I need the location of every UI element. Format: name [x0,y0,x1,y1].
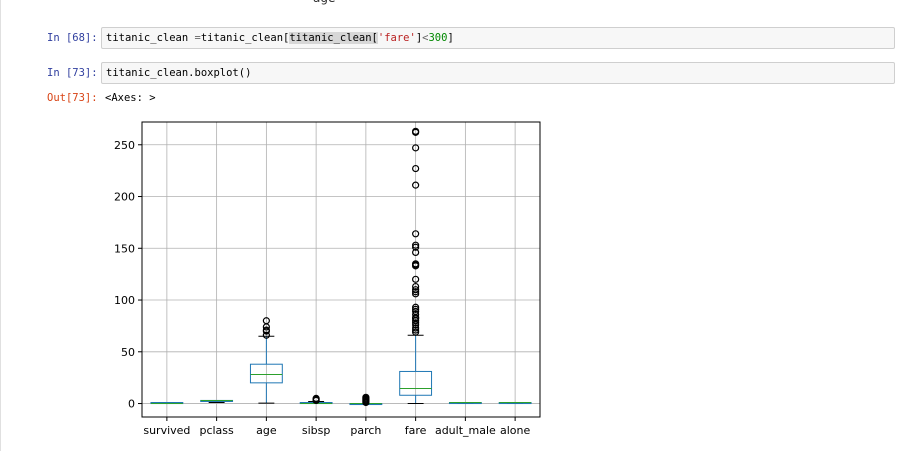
grid-lines [142,122,540,417]
box-pclass [200,399,234,404]
y-tick-label: 200 [114,191,135,204]
plot-frame [141,121,541,418]
boxplot-chart: 0 50 100 150 200 250 survived pclass age sibsp par… [114,121,541,437]
box-age [249,317,283,404]
tick-layer: 0 50 100 150 200 250 survived pclass age sibsp par… [114,139,530,437]
x-tick-label: adult_male [435,424,496,437]
box-layer [150,127,532,407]
x-tick-label: age [256,424,277,437]
box-parch [349,393,383,407]
y-tick-label: 0 [128,398,135,411]
x-tick-label: fare [405,424,427,437]
y-tick-label: 150 [114,242,135,255]
x-tick-label: pclass [199,424,234,437]
x-tick-label: alone [500,424,530,437]
y-tick-label: 250 [114,139,135,152]
x-tick-label: parch [350,424,381,437]
y-tick-label: 100 [114,294,135,307]
x-tick-label: sibsp [302,424,331,437]
x-tick-label: survived [143,424,190,437]
y-tick-label: 50 [121,346,135,359]
